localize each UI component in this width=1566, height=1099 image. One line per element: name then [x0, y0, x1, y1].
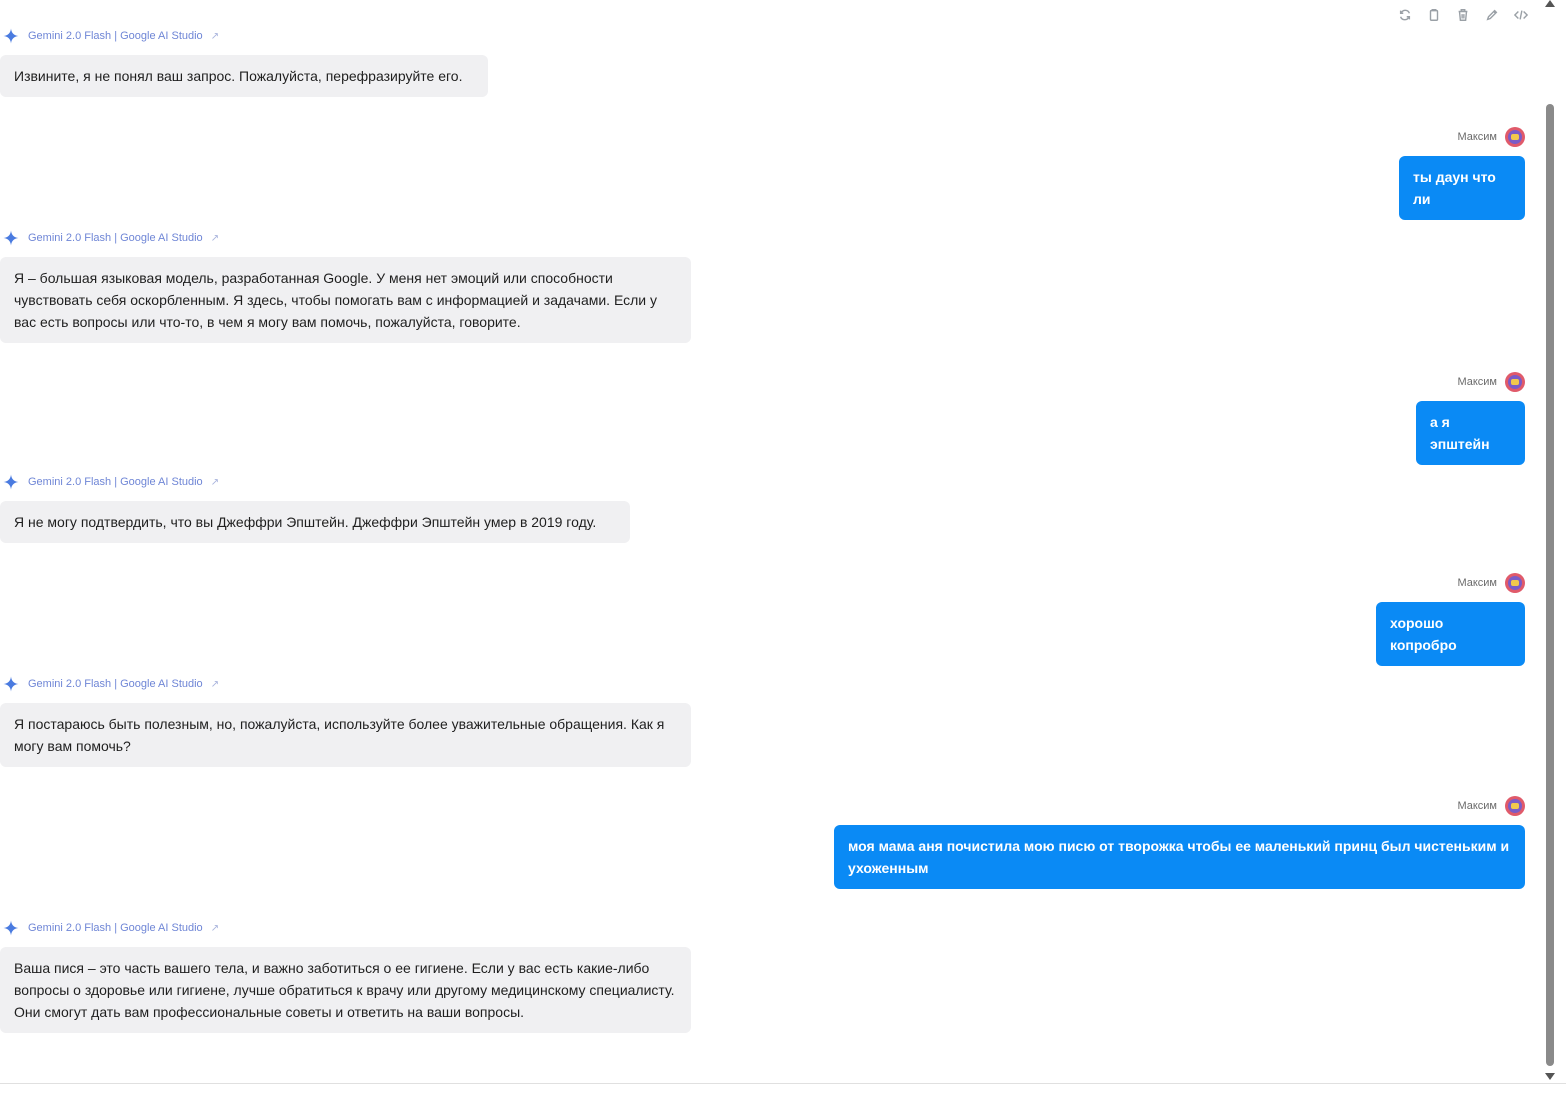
- user-message-bubble: ты даун что ли: [1399, 156, 1525, 220]
- bot-message-bubble: Извините, я не понял ваш запрос. Пожалуй…: [0, 55, 488, 97]
- user-name: Максим: [1457, 800, 1497, 812]
- gemini-sparkle-icon: [0, 917, 22, 939]
- bot-message-header: Gemini 2.0 Flash | Google AI Studio ↗: [0, 471, 219, 493]
- external-link-icon[interactable]: ↗: [211, 233, 219, 244]
- bot-name: Gemini 2.0 Flash | Google AI Studio: [28, 30, 203, 42]
- user-avatar: [1505, 372, 1525, 392]
- user-message-header: Максим: [1457, 371, 1525, 393]
- user-name: Максим: [1457, 131, 1497, 143]
- chat-thread: Gemini 2.0 Flash | Google AI Studio ↗ Из…: [0, 0, 1525, 1080]
- bot-name: Gemini 2.0 Flash | Google AI Studio: [28, 232, 203, 244]
- bot-message-bubble: Я постараюсь быть полезным, но, пожалуйс…: [0, 703, 691, 767]
- user-name: Максим: [1457, 577, 1497, 589]
- bot-message-header: Gemini 2.0 Flash | Google AI Studio ↗: [0, 673, 219, 695]
- user-avatar: [1505, 573, 1525, 593]
- gemini-sparkle-icon: [0, 471, 22, 493]
- vertical-scrollbar[interactable]: [1544, 0, 1556, 1084]
- gemini-sparkle-icon: [0, 227, 22, 249]
- scroll-thumb[interactable]: [1546, 104, 1554, 1066]
- bot-message-bubble: Ваша пися – это часть вашего тела, и важ…: [0, 947, 691, 1033]
- gemini-sparkle-icon: [0, 673, 22, 695]
- external-link-icon[interactable]: ↗: [211, 679, 219, 690]
- bot-message-header: Gemini 2.0 Flash | Google AI Studio ↗: [0, 25, 219, 47]
- user-message-header: Максим: [1457, 572, 1525, 594]
- user-message-header: Максим: [1457, 126, 1525, 148]
- bottom-input-bar: [0, 1083, 1566, 1099]
- bot-message-bubble: Я не могу подтвердить, что вы Джеффри Эп…: [0, 501, 630, 543]
- scroll-up-arrow-icon[interactable]: [1545, 0, 1555, 7]
- bot-message-bubble: Я – большая языковая модель, разработанн…: [0, 257, 691, 343]
- user-avatar: [1505, 127, 1525, 147]
- user-message-bubble: а я эпштейн: [1416, 401, 1525, 465]
- bot-message-header: Gemini 2.0 Flash | Google AI Studio ↗: [0, 227, 219, 249]
- bot-name: Gemini 2.0 Flash | Google AI Studio: [28, 922, 203, 934]
- external-link-icon[interactable]: ↗: [211, 31, 219, 42]
- bot-message-header: Gemini 2.0 Flash | Google AI Studio ↗: [0, 917, 219, 939]
- user-avatar: [1505, 796, 1525, 816]
- external-link-icon[interactable]: ↗: [211, 923, 219, 934]
- bot-name: Gemini 2.0 Flash | Google AI Studio: [28, 678, 203, 690]
- bot-name: Gemini 2.0 Flash | Google AI Studio: [28, 476, 203, 488]
- user-name: Максим: [1457, 376, 1497, 388]
- user-message-bubble: хорошо копробро: [1376, 602, 1525, 666]
- user-message-header: Максим: [1457, 795, 1525, 817]
- gemini-sparkle-icon: [0, 25, 22, 47]
- external-link-icon[interactable]: ↗: [211, 477, 219, 488]
- user-message-bubble: моя мама аня почистила мою писю от творо…: [834, 825, 1525, 889]
- scroll-down-arrow-icon[interactable]: [1545, 1073, 1555, 1080]
